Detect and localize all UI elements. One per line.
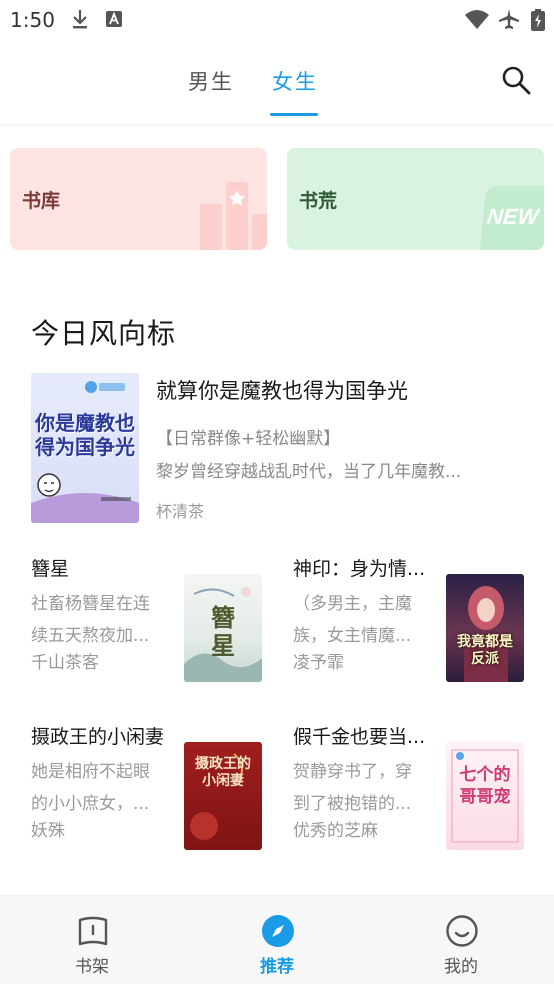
book-description: 她是相府不起眼的小小庶女，...	[31, 762, 150, 814]
library-card-label: 书库	[22, 190, 61, 212]
book-item-2[interactable]: 神印：身为情... （多男主，主魔族，女主情魔... 凌予霏 我竟都是反派	[293, 554, 533, 682]
library-card[interactable]: 书库	[10, 148, 267, 250]
book-description: （多男主，主魔族，女主情魔...	[293, 594, 412, 646]
cover-title: 簪星	[211, 604, 235, 660]
book-cover[interactable]: 摄政王的小闲妻	[184, 742, 262, 850]
book-author: 凌予霏	[293, 653, 344, 673]
featured-book-title: 就算你是魔教也得为国争光	[156, 379, 408, 403]
bottom-nav: 书架 推荐 我的	[0, 895, 554, 984]
book-title: 假千金也要当...	[293, 726, 426, 748]
tab-active-indicator	[270, 113, 318, 116]
book-title: 神印：身为情...	[293, 558, 426, 580]
book-item-3[interactable]: 摄政王的小闲妻 她是相府不起眼的小小庶女，... 妖殊 摄政王的小闲妻	[31, 722, 271, 850]
featured-book-description: 黎岁曾经穿越战乱时代，当了几年魔教...	[156, 462, 462, 482]
tab-female[interactable]: 女生	[272, 66, 318, 96]
book-cover[interactable]: 七个的哥哥宠	[446, 742, 524, 850]
download-icon	[73, 10, 87, 29]
new-badge-label: NEW	[485, 204, 540, 229]
top-tab-bar: 男生 女生	[0, 40, 554, 124]
book-title: 摄政王的小闲妻	[31, 726, 165, 748]
book-shortage-card[interactable]: 书荒 NEW	[287, 148, 544, 250]
nav-profile-label: 我的	[444, 957, 478, 977]
nav-recommend[interactable]: 推荐	[217, 896, 337, 984]
nav-bookshelf[interactable]: 书架	[32, 896, 152, 984]
tab-male[interactable]: 男生	[188, 66, 234, 96]
search-icon[interactable]	[500, 64, 532, 96]
nav-profile[interactable]: 我的	[401, 896, 521, 984]
new-badge-icon: NEW	[479, 186, 544, 250]
wifi-icon	[465, 10, 489, 29]
featured-cover-title: 你是魔教也得为国争光	[35, 411, 135, 459]
cover-title: 我竟都是反派	[457, 634, 513, 667]
book-description: 社畜杨簪星在连续五天熬夜加...	[31, 594, 150, 646]
featured-book-tags: 【日常群像+轻松幽默】	[156, 429, 341, 449]
nav-bookshelf-label: 书架	[75, 957, 109, 977]
book-title: 簪星	[31, 558, 70, 580]
text-a-icon	[106, 11, 122, 27]
book-author: 千山茶客	[31, 653, 99, 673]
book-cover[interactable]: 我竟都是反派	[446, 574, 524, 682]
book-author: 优秀的芝麻	[293, 821, 378, 841]
featured-book-author: 杯清茶	[156, 502, 205, 521]
book-item-1[interactable]: 簪星 社畜杨簪星在连续五天熬夜加... 千山茶客 簪星	[31, 554, 271, 682]
cover-title: 摄政王的小闲妻	[195, 756, 251, 789]
battery-icon	[531, 9, 545, 31]
smiley-icon	[446, 915, 478, 947]
book-shortage-card-label: 书荒	[299, 190, 338, 212]
featured-book-cover[interactable]: 你是魔教也得为国争光	[31, 373, 139, 523]
airplane-icon	[499, 9, 519, 29]
cover-title: 七个的哥哥宠	[459, 765, 511, 807]
book-cover[interactable]: 簪星	[184, 574, 262, 682]
section-title: 今日风向标	[31, 317, 177, 350]
bookshelf-icon	[78, 916, 108, 946]
nav-recommend-label: 推荐	[260, 957, 294, 977]
ranking-bars-icon	[200, 182, 267, 250]
status-bar: 1:50	[0, 0, 554, 40]
book-author: 妖殊	[31, 821, 65, 841]
compass-icon	[262, 915, 294, 947]
status-time: 1:50	[10, 8, 55, 32]
book-description: 贺静穿书了，穿到了被抱错的...	[293, 762, 412, 814]
book-item-4[interactable]: 假千金也要当... 贺静穿书了，穿到了被抱错的... 优秀的芝麻 七个的哥哥宠	[293, 722, 533, 850]
